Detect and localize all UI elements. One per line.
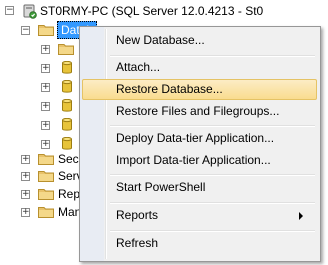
management-label[interactable]: Man — [58, 205, 81, 219]
server-icon — [23, 4, 37, 19]
folder-icon — [38, 189, 54, 200]
menu-item-restore-database[interactable]: Restore Database... — [82, 79, 317, 100]
expand-toggle[interactable]: + — [41, 140, 50, 149]
tree-node-server[interactable]: − ST0RMY-PC (SQL Server 12.0.4213 - St0 — [0, 2, 328, 20]
expand-toggle[interactable]: + — [21, 190, 30, 199]
submenu-arrow-icon — [299, 212, 303, 220]
database-icon — [62, 137, 72, 150]
database-icon — [62, 80, 72, 93]
expand-toggle[interactable]: + — [41, 64, 50, 73]
tree-node-database[interactable]: + — [0, 59, 79, 77]
security-label[interactable]: Sec — [58, 152, 79, 166]
expand-toggle[interactable]: + — [41, 102, 50, 111]
expand-toggle[interactable]: + — [41, 45, 50, 54]
tree-node-replication[interactable]: + Rep — [0, 185, 80, 203]
folder-icon — [58, 44, 74, 55]
tree-node-database[interactable]: + — [0, 116, 79, 134]
expand-toggle[interactable]: + — [21, 208, 30, 217]
expand-toggle[interactable]: + — [21, 172, 30, 181]
menu-separator — [110, 202, 315, 204]
menu-item-restore-files-filegroups[interactable]: Restore Files and Filegroups... — [82, 101, 317, 122]
menu-separator — [110, 230, 315, 232]
menu-item-label: Refresh — [116, 236, 159, 250]
collapse-toggle[interactable]: − — [21, 26, 30, 35]
folder-icon — [38, 207, 54, 218]
menu-item-new-database[interactable]: New Database... — [82, 30, 317, 51]
expand-toggle[interactable]: + — [41, 83, 50, 92]
expand-toggle[interactable]: + — [21, 155, 30, 164]
database-icon — [62, 99, 72, 112]
tree-node-database[interactable]: + — [0, 97, 79, 115]
tree-node-system-databases[interactable]: + — [0, 40, 79, 58]
menu-item-attach[interactable]: Attach... — [82, 57, 317, 78]
replication-label[interactable]: Rep — [58, 187, 80, 201]
menu-item-label: Deploy Data-tier Application... — [116, 131, 275, 145]
menu-item-label: New Database... — [116, 33, 205, 47]
menu-item-label: Attach... — [116, 60, 161, 74]
tree-node-management[interactable]: + Man — [0, 203, 81, 221]
menu-item-label: Start PowerShell — [116, 180, 206, 194]
menu-item-refresh[interactable]: Refresh — [82, 233, 317, 254]
context-menu: New Database... Attach... Restore Databa… — [79, 26, 321, 262]
tree-node-database[interactable]: + — [0, 78, 79, 96]
menu-item-label: Restore Database... — [116, 82, 223, 96]
server-label[interactable]: ST0RMY-PC (SQL Server 12.0.4213 - St0 — [40, 4, 263, 18]
menu-item-start-powershell[interactable]: Start PowerShell — [82, 177, 317, 198]
menu-item-label: Import Data-tier Application... — [116, 153, 271, 167]
menu-item-label: Restore Files and Filegroups... — [116, 104, 280, 118]
menu-item-reports[interactable]: Reports — [82, 205, 317, 226]
tree-node-databases[interactable]: − Datab — [0, 21, 98, 39]
menu-separator — [110, 125, 315, 127]
tree-node-server-objects[interactable]: + Serv — [0, 167, 83, 185]
tree-node-security[interactable]: + Sec — [0, 150, 79, 168]
menu-separator — [110, 174, 315, 176]
folder-icon — [38, 154, 54, 165]
menu-item-import-data-tier[interactable]: Import Data-tier Application... — [82, 150, 317, 171]
expand-toggle[interactable]: + — [41, 121, 50, 130]
database-icon — [62, 118, 72, 131]
collapse-toggle[interactable]: − — [5, 6, 14, 15]
folder-icon — [38, 171, 54, 182]
menu-item-deploy-data-tier[interactable]: Deploy Data-tier Application... — [82, 128, 317, 149]
database-icon — [62, 61, 72, 74]
menu-item-label: Reports — [116, 208, 159, 222]
folder-icon — [38, 25, 54, 36]
